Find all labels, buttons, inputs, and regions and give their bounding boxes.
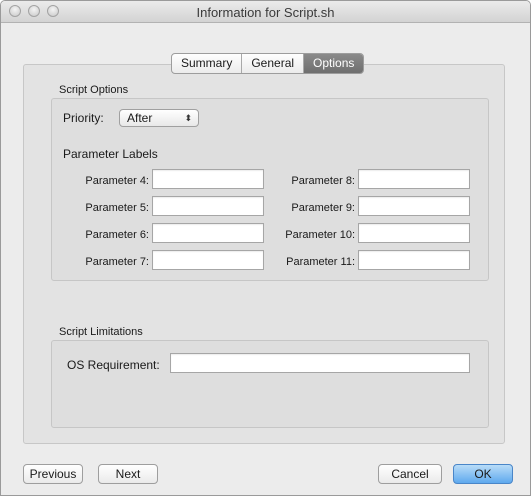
priority-value: After [127, 111, 153, 125]
parameter-5-field[interactable] [152, 196, 264, 216]
parameter-8-field[interactable] [358, 169, 470, 189]
parameter-10-label: Parameter 10: [285, 229, 355, 241]
previous-button[interactable]: Previous [23, 464, 83, 484]
ok-button[interactable]: OK [453, 464, 513, 484]
parameter-7-label: Parameter 7: [85, 256, 149, 268]
parameter-8-label: Parameter 8: [291, 175, 355, 187]
parameter-labels-heading: Parameter Labels [63, 147, 158, 161]
title-bar: Information for Script.sh [1, 1, 530, 23]
parameter-6-field[interactable] [152, 223, 264, 243]
parameter-11-field[interactable] [358, 250, 470, 270]
os-requirement-field[interactable] [170, 353, 470, 373]
priority-popup[interactable]: After ⬍ [119, 109, 199, 127]
script-limitations-heading: Script Limitations [59, 326, 143, 338]
script-options-heading: Script Options [59, 84, 129, 96]
next-button[interactable]: Next [98, 464, 158, 484]
tab-options[interactable]: Options [304, 54, 364, 73]
window-title: Information for Script.sh [196, 5, 335, 20]
priority-label: Priority: [63, 111, 104, 125]
parameter-6-label: Parameter 6: [85, 229, 149, 241]
os-requirement-label: OS Requirement: [67, 358, 160, 372]
parameter-9-label: Parameter 9: [291, 202, 355, 214]
tab-general[interactable]: General [242, 54, 305, 73]
parameter-7-field[interactable] [152, 250, 264, 270]
tab-bar: Summary General Options [171, 53, 365, 74]
dialog-window: Information for Script.sh Summary Genera… [0, 0, 531, 496]
popup-arrows-icon: ⬍ [184, 113, 192, 123]
cancel-button[interactable]: Cancel [378, 464, 442, 484]
parameter-10-field[interactable] [358, 223, 470, 243]
parameter-5-label: Parameter 5: [85, 202, 149, 214]
tab-summary[interactable]: Summary [172, 54, 243, 73]
parameter-4-label: Parameter 4: [85, 175, 149, 187]
parameter-4-field[interactable] [152, 169, 264, 189]
parameter-11-label: Parameter 11: [286, 256, 355, 268]
parameter-9-field[interactable] [358, 196, 470, 216]
